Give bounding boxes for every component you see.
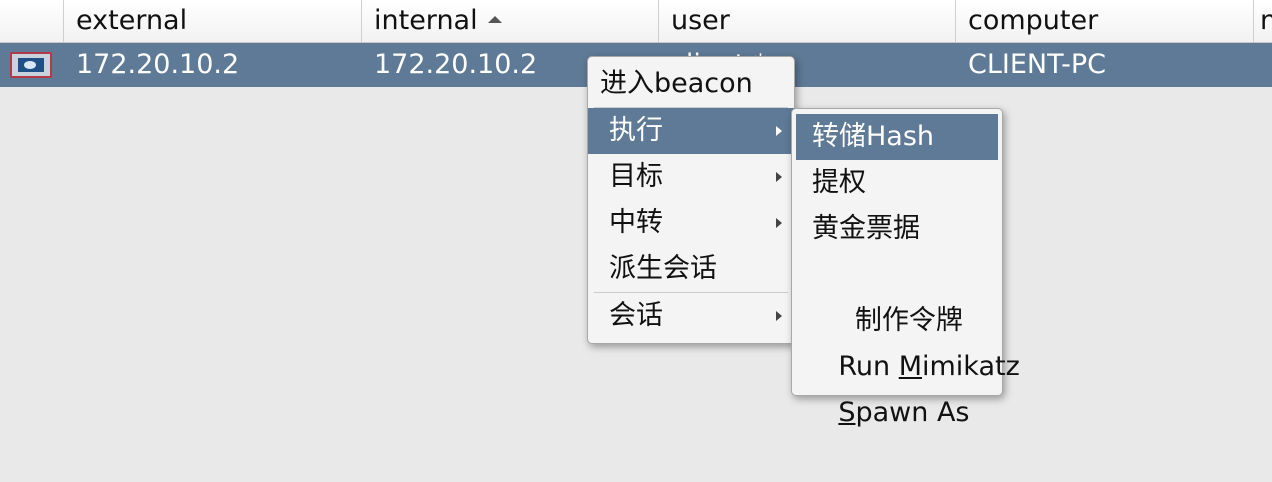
submenu-item-elevate[interactable]: 提权 xyxy=(796,160,998,206)
menu-item-execute[interactable]: 执行 xyxy=(588,108,794,154)
menu-item-interact-beacon[interactable]: 进入beacon xyxy=(588,61,794,107)
column-header-external[interactable]: external xyxy=(64,0,362,42)
menu-item-spawn-session[interactable]: 派生会话 xyxy=(588,246,794,292)
submenu-arrow-icon xyxy=(776,218,782,228)
submenu-item-label-post: pawn As xyxy=(855,397,970,428)
column-header-internal-label: internal xyxy=(374,5,478,36)
column-header-internal[interactable]: internal xyxy=(362,0,659,42)
submenu-item-label: 提权 xyxy=(812,167,866,198)
menu-item-session[interactable]: 会话 xyxy=(588,293,794,339)
submenu-item-label: 转储Hash xyxy=(812,121,935,152)
context-menu: 进入beacon 执行 目标 中转 派生会话 会话 xyxy=(587,56,795,344)
column-header-external-label: external xyxy=(76,5,188,36)
column-header-user-label: user xyxy=(671,5,730,36)
submenu-item-mnemonic: S xyxy=(838,397,856,428)
submenu-item-golden-ticket[interactable]: 黄金票据 xyxy=(796,206,998,252)
execute-submenu: 转储Hash 提权 黄金票据 制作令牌 Run Mimikatz Spawn A… xyxy=(791,108,1020,428)
menu-item-label: 执行 xyxy=(609,115,663,146)
cell-computer: CLIENT-PC xyxy=(968,49,1107,80)
menu-item-label: 会话 xyxy=(609,300,663,331)
submenu-item-run-mimikatz[interactable]: Run Mimikatz xyxy=(796,298,1019,382)
submenu-item-make-token[interactable]: 制作令牌 xyxy=(796,252,998,336)
submenu-arrow-icon xyxy=(776,126,782,136)
column-header-user[interactable]: user xyxy=(659,0,956,42)
windows-beacon-icon xyxy=(10,52,52,78)
submenu-item-label: 黄金票据 xyxy=(812,213,920,244)
column-header-computer-label: computer xyxy=(968,5,1099,36)
menu-item-label: 进入beacon xyxy=(600,68,753,99)
menu-item-target[interactable]: 目标 xyxy=(588,154,794,200)
cell-internal: 172.20.10.2 xyxy=(374,49,538,80)
submenu-arrow-icon xyxy=(776,172,782,182)
table-header: external internal user computer n xyxy=(0,0,1272,43)
submenu-arrow-icon xyxy=(776,311,782,321)
cell-external: 172.20.10.2 xyxy=(76,49,240,80)
menu-item-pivot[interactable]: 中转 xyxy=(588,200,794,246)
submenu-item-spawn-as[interactable]: Spawn As xyxy=(796,344,998,428)
menu-item-label: 派生会话 xyxy=(609,253,717,284)
sort-ascending-icon xyxy=(487,16,502,23)
column-header-truncated-label: n xyxy=(1260,5,1272,36)
menu-item-label: 目标 xyxy=(609,161,663,192)
submenu-item-dump-hashes[interactable]: 转储Hash xyxy=(796,114,998,160)
column-header-truncated[interactable]: n xyxy=(1254,0,1272,42)
column-header-icon[interactable] xyxy=(0,0,64,42)
column-header-computer[interactable]: computer xyxy=(956,0,1254,42)
menu-item-label: 中转 xyxy=(609,207,663,238)
